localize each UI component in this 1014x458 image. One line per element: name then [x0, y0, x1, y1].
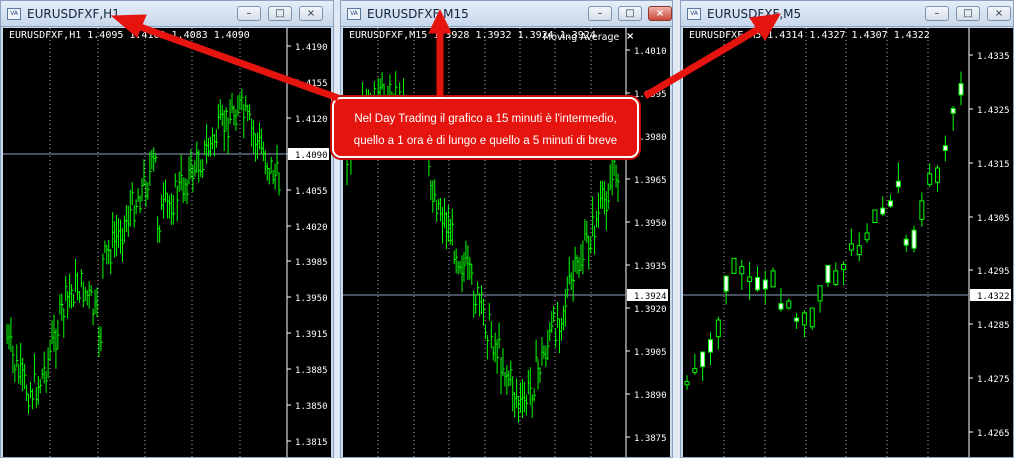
minimize-button[interactable]: –	[588, 6, 612, 21]
symbol-info: EURUSDFXF,H1 1.4095 1.4103 1.4083 1.4090	[9, 30, 250, 41]
candle-body	[707, 339, 713, 353]
price-tick-label: 1.3905	[634, 348, 667, 358]
candle-body	[825, 264, 831, 283]
candle-body	[754, 277, 760, 291]
candle-body	[927, 173, 933, 185]
chart-area[interactable]: 1.4190 1.4155 1.4120 1.4090 1.4055 1.4020 1.39…	[3, 28, 331, 457]
candle-body	[684, 381, 690, 386]
price-tick-label: 1.4010	[634, 47, 667, 57]
price-chart: 1.4335 1.4325 1.4315 1.4305 1.4295 1.4285 1.42…	[683, 28, 1011, 457]
candle-body	[770, 270, 776, 288]
candle-body	[935, 167, 941, 183]
price-tick-label: 1.4265	[977, 429, 1010, 439]
candle-body	[841, 263, 847, 271]
price-tick-label: 1.4155	[295, 79, 328, 89]
price-tick-label: 1.4325	[977, 106, 1010, 116]
candle-body	[731, 257, 737, 274]
candle-body	[911, 229, 917, 249]
chart-app-icon: VA	[7, 7, 21, 20]
price-tick-label: 1.3935	[634, 262, 667, 272]
candle-body	[958, 83, 964, 96]
price-tick-label: 1.3915	[295, 330, 328, 340]
candle-body	[762, 279, 768, 290]
price-tick-label: 1.4315	[977, 160, 1010, 170]
chart-app-icon: VA	[347, 7, 361, 20]
candle-body	[872, 209, 878, 224]
desktop: VA EURUSDFXF,H1 – □ × 1.4190 1.4155 1.4120…	[0, 0, 1014, 458]
candle-body	[833, 270, 839, 285]
annotation-callout: Nel Day Trading il grafico a 15 minuti è…	[332, 97, 639, 158]
price-tick-label: 1.3815	[295, 438, 328, 448]
maximize-button[interactable]: □	[956, 6, 980, 21]
maximize-button[interactable]: □	[618, 6, 642, 21]
candle-body	[715, 319, 721, 338]
callout-line-1: Nel Day Trading il grafico a 15 minuti è…	[354, 113, 617, 125]
indicator-label: Moving Average	[543, 32, 620, 43]
price-tick-label: 1.3950	[295, 294, 328, 304]
chart-window-m5[interactable]: VA EURUSDFXF,M5 – □ × 1.4335 1.4325 1.4315…	[680, 0, 1014, 458]
price-tick-label: 1.3920	[634, 305, 667, 315]
price-tick-label: 1.4305	[977, 214, 1010, 224]
candle-body	[856, 245, 862, 256]
minimize-button[interactable]: –	[925, 6, 949, 21]
candle-body	[739, 266, 745, 275]
candle-body	[692, 368, 698, 373]
price-tick-label: 1.4335	[977, 52, 1010, 62]
candle-body	[786, 300, 792, 309]
price-tick-label: 1.4055	[295, 187, 328, 197]
window-title: EURUSDFXF,H1	[27, 6, 120, 21]
candle-body	[817, 285, 823, 302]
window-title: EURUSDFXF,M5	[707, 6, 802, 21]
price-tick-label: 1.3850	[295, 402, 328, 412]
price-tick-label: 1.4120	[295, 115, 328, 125]
candle-body	[903, 238, 909, 246]
candle-body	[809, 307, 815, 328]
price-tick-label: 1.4285	[977, 321, 1010, 331]
candle-body	[778, 303, 784, 310]
chart-area[interactable]: 1.4010 1.3995 1.3980 1.3965 1.3950 1.3935 1.39…	[343, 28, 670, 457]
chart-app-icon: VA	[687, 7, 701, 20]
current-price-label: 1.4090	[295, 151, 328, 161]
price-tick-label: 1.3875	[634, 434, 667, 444]
candle-body	[895, 180, 901, 188]
price-tick-label: 1.3995	[634, 90, 667, 100]
current-price-label: 1.4322	[977, 292, 1010, 302]
candle-body	[794, 317, 800, 322]
window-title: EURUSDFXF,M15	[367, 6, 469, 21]
chart-window-h1[interactable]: VA EURUSDFXF,H1 – □ × 1.4190 1.4155 1.4120…	[0, 0, 334, 458]
candle-body	[919, 200, 925, 220]
price-tick-label: 1.3950	[634, 219, 667, 229]
price-tick-label: 1.3885	[295, 366, 328, 376]
price-tick-label: 1.4020	[295, 223, 328, 233]
close-button[interactable]: ×	[648, 6, 672, 21]
candle-body	[942, 145, 948, 152]
candle-body	[950, 108, 956, 114]
candle-body	[880, 207, 886, 215]
indicator-close-icon[interactable]: ×	[626, 31, 634, 42]
minimize-button[interactable]: –	[237, 6, 261, 21]
candle-body	[888, 200, 894, 207]
candle-body	[864, 232, 870, 241]
maximize-button[interactable]: □	[268, 6, 292, 21]
price-tick-label: 1.3890	[634, 391, 667, 401]
chart-area[interactable]: 1.4335 1.4325 1.4315 1.4305 1.4295 1.4285 1.42…	[683, 28, 1013, 457]
callout-line-2: quello a 1 ora è di lungo e quello a 5 m…	[353, 135, 618, 147]
close-button[interactable]: ×	[299, 6, 323, 21]
symbol-info: EURUSDFXF,M5 1.4314 1.4327 1.4307 1.4322	[689, 30, 930, 41]
close-button[interactable]: ×	[987, 6, 1011, 21]
price-chart: 1.40101.39951.39801.39651.39501.39351.39…	[343, 28, 668, 457]
candle-body	[747, 276, 753, 282]
candle-body	[801, 312, 807, 326]
chart-window-m15[interactable]: VA EURUSDFXF,M15 – □ × 1.4010 1.3995 1.398…	[340, 0, 673, 458]
candle-body	[700, 351, 706, 368]
price-tick-label: 1.4275	[977, 375, 1010, 385]
price-tick-label: 1.4295	[977, 267, 1010, 277]
price-tick-label: 1.3965	[634, 176, 667, 186]
current-price-label: 1.3924	[634, 292, 667, 302]
price-chart: 1.4190 1.4155 1.4120 1.4090 1.4055 1.4020 1.39…	[3, 28, 329, 457]
price-tick-label: 1.3985	[295, 258, 328, 268]
candle-body	[723, 275, 729, 292]
price-tick-label: 1.4190	[295, 43, 328, 53]
candle-body	[848, 243, 854, 251]
